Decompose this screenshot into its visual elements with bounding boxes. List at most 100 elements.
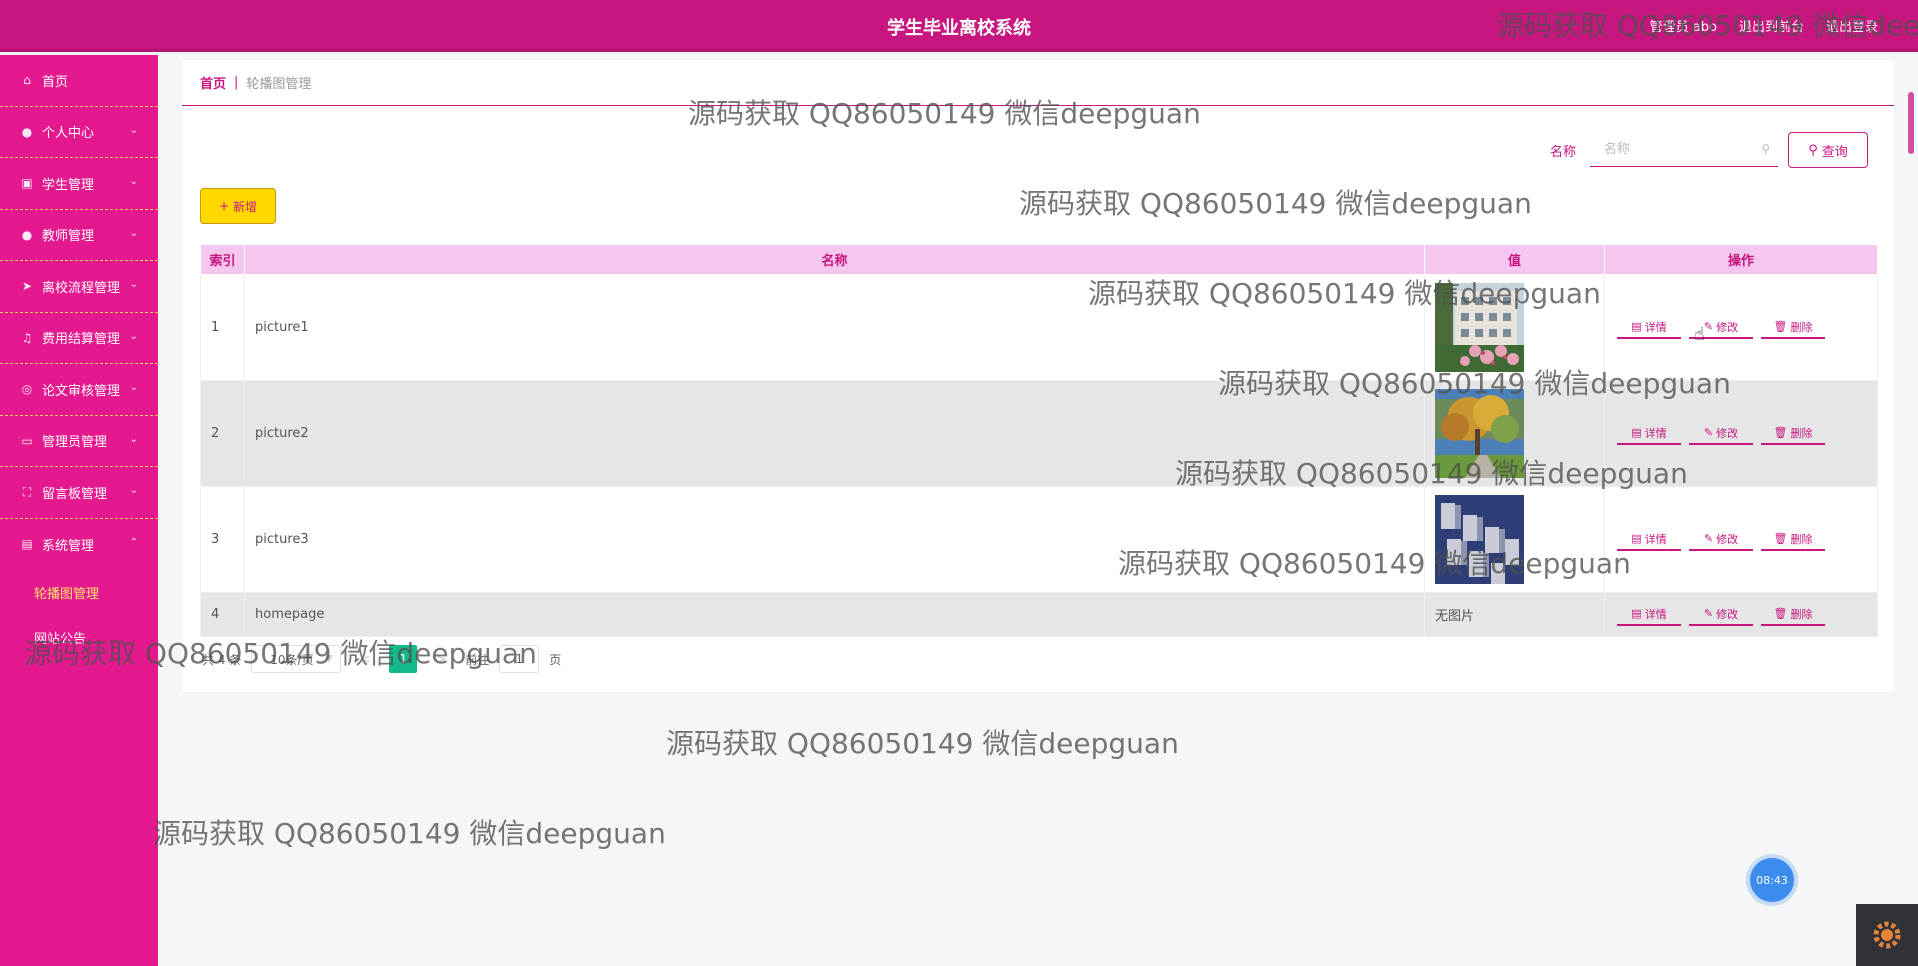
delete-button[interactable]: 🗑 删除 [1761, 317, 1825, 339]
query-button[interactable]: ⚲ 查询 [1788, 132, 1868, 168]
sidebar-item-label: 费用结算管理 [42, 332, 121, 348]
delete-button[interactable]: 🗑 删除 [1761, 423, 1825, 445]
breadcrumb-home[interactable]: 首页 [200, 73, 226, 92]
cell-actions: ▤ 详情 ✎ 修改 🗑 删除 [1604, 486, 1878, 593]
watermark-text: 源码获取 QQ86050149 微信deepguan [153, 817, 666, 850]
chevron-down-icon: ⌄ [129, 382, 138, 393]
sidebar-item-label: 系统管理 [42, 538, 95, 554]
sidebar-item-home[interactable]: ⌂ 首页 [0, 55, 158, 107]
detail-label: 详情 [1644, 532, 1667, 546]
system-icon: ▤ [21, 537, 33, 552]
sidebar-item-label: 教师管理 [42, 229, 95, 245]
table-row: 4 homepage 无图片 ▤ 详情 ✎ 修改 🗑 删除 [200, 592, 1878, 637]
page-size-value: 10条/页 [270, 652, 314, 667]
search-icon: ⚲ [1808, 142, 1818, 158]
sidebar-subitem-announcement[interactable]: 网站公告 [0, 615, 158, 660]
cell-name: picture3 [244, 486, 1425, 593]
sidebar-item-fees[interactable]: ♫ 费用结算管理 ⌄ [0, 313, 158, 364]
home-icon: ⌂ [23, 73, 31, 88]
column-header-name: 名称 [244, 244, 1425, 275]
detail-label: 详情 [1644, 320, 1667, 334]
next-page-button[interactable]: > [427, 645, 455, 673]
chevron-up-icon: ⌃ [129, 536, 138, 548]
prev-page-button[interactable]: < [351, 645, 379, 673]
table-row: 2 picture2 ▤ 详情 ✎ 修改 🗑 删除 [200, 380, 1878, 487]
sidebar-item-label: 管理员管理 [42, 435, 108, 451]
cell-actions: ▤ 详情 ✎ 修改 🗑 删除 [1604, 592, 1878, 637]
blue-architecture-image [1435, 495, 1524, 584]
chevron-down-icon: ⌄ [129, 124, 138, 136]
trash-icon: 🗑 [1773, 607, 1788, 620]
clock-badge[interactable]: 08:43 [1750, 858, 1794, 902]
cell-index: 3 [200, 486, 245, 593]
gear-icon [1873, 921, 1901, 949]
app-title: 学生毕业离校系统 [887, 18, 1031, 39]
detail-button[interactable]: ▤ 详情 [1617, 529, 1681, 551]
sidebar-item-students[interactable]: ▣ 学生管理 ⌄ [0, 158, 158, 210]
delete-label: 删除 [1790, 320, 1813, 334]
add-button[interactable]: + 新增 [200, 188, 276, 224]
main-panel: 首页 | 轮播图管理 名称 ⚲ ⚲ 查询 + 新增 索引 名称 值 操作 [182, 60, 1894, 692]
settings-widget[interactable] [1856, 904, 1918, 966]
pencil-icon: ✎ [1703, 320, 1714, 333]
delete-button[interactable]: 🗑 删除 [1761, 529, 1825, 551]
detail-button[interactable]: ▤ 详情 [1617, 423, 1681, 445]
logout-link[interactable]: 退出登录 [1826, 16, 1878, 35]
sidebar-subitem-carousel[interactable]: 轮播图管理 [0, 570, 158, 615]
chevron-down-icon: ⌄ [129, 485, 138, 496]
scrollbar[interactable] [1908, 92, 1914, 154]
table-header-row: 索引 名称 值 操作 [200, 244, 1878, 275]
search-icon: ⚲ [1761, 142, 1770, 156]
edit-label: 修改 [1716, 320, 1739, 334]
sidebar-item-admins[interactable]: ▭ 管理员管理 ⌄ [0, 416, 158, 467]
edit-label: 修改 [1716, 532, 1739, 546]
sidebar-subitem-label: 网站公告 [34, 632, 87, 647]
breadcrumb: 首页 | 轮播图管理 [182, 60, 1894, 106]
cell-index: 2 [200, 380, 245, 487]
chevron-down-icon: ▼ [325, 654, 333, 664]
trash-icon: 🗑 [1773, 426, 1788, 439]
sidebar-item-teachers[interactable]: ● 教师管理 ⌄ [0, 210, 158, 261]
sidebar-item-system[interactable]: ▤ 系统管理 ⌃ [0, 519, 158, 571]
sidebar: ⌂ 首页 ● 个人中心 ⌄ ▣ 学生管理 ⌄ ● 教师管理 ⌄ ➤ 离校流程管理… [0, 55, 158, 966]
sidebar-item-label: 学生管理 [42, 177, 95, 193]
page-number-current[interactable]: 1 [389, 645, 418, 673]
edit-button[interactable]: ✎ 修改 [1689, 529, 1753, 551]
sidebar-item-messages[interactable]: ⛶ 留言板管理 ⌄ [0, 467, 158, 519]
front-link[interactable]: 退出到前台 [1739, 16, 1804, 35]
pencil-icon: ✎ [1703, 426, 1714, 439]
column-header-value: 值 [1424, 244, 1605, 275]
search-input[interactable] [1590, 133, 1778, 166]
table-row: 3 picture3 ▤ 详情 ✎ 修改 🗑 删除 [200, 486, 1878, 593]
page-size-select[interactable]: 10条/页 ▼ [251, 645, 342, 673]
sidebar-item-label: 首页 [42, 74, 69, 90]
document-icon: ▤ [1631, 532, 1642, 545]
column-header-actions: 操作 [1604, 244, 1878, 275]
top-header: 学生毕业离校系统 管理员 abo 退出到前台 退出登录 [0, 0, 1918, 52]
document-icon: ▤ [1631, 426, 1642, 439]
delete-button[interactable]: 🗑 删除 [1761, 604, 1825, 626]
plus-icon: + [218, 199, 230, 213]
cell-value [1424, 274, 1605, 381]
sidebar-item-personal[interactable]: ● 个人中心 ⌄ [0, 107, 158, 158]
sidebar-item-thesis[interactable]: ◎ 论文审核管理 ⌄ [0, 364, 158, 416]
chevron-down-icon: ⌄ [129, 279, 138, 290]
student-icon: ▣ [21, 176, 33, 191]
edit-button[interactable]: ✎ 修改 [1689, 604, 1753, 626]
pencil-icon: ✎ [1703, 607, 1714, 620]
breadcrumb-current: 轮播图管理 [246, 77, 312, 92]
edit-button[interactable]: ✎ 修改 [1689, 423, 1753, 445]
cell-index: 1 [200, 274, 245, 381]
detail-button[interactable]: ▤ 详情 [1617, 317, 1681, 339]
goto-page-input[interactable]: 1 [499, 645, 540, 673]
trash-icon: 🗑 [1773, 320, 1788, 333]
send-icon: ➤ [21, 279, 33, 294]
delete-label: 删除 [1790, 607, 1813, 621]
autumn-tree-image [1435, 389, 1524, 478]
edit-label: 修改 [1716, 426, 1739, 440]
teacher-icon: ● [21, 227, 33, 242]
detail-button[interactable]: ▤ 详情 [1617, 604, 1681, 626]
cell-value: 无图片 [1424, 592, 1605, 637]
sidebar-item-leave-process[interactable]: ➤ 离校流程管理 ⌄ [0, 261, 158, 313]
pagination: 共 4 条 10条/页 ▼ < 1 > 前往 1 页 [202, 645, 561, 673]
